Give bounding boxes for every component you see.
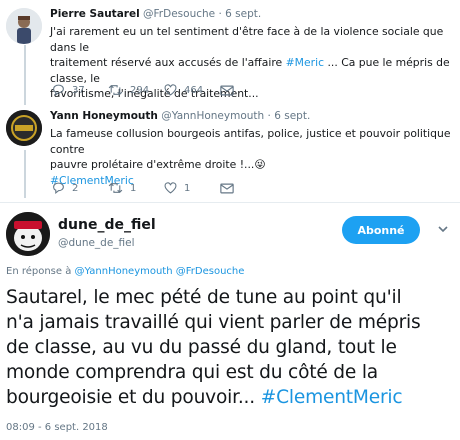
heart-icon [164, 182, 177, 194]
like-count: 1 [184, 182, 191, 194]
reply-context: En réponse à @YannHoneymouth @FrDesouche [6, 266, 245, 277]
reply-user-link[interactable]: @YannHoneymouth [75, 266, 173, 277]
tweet-line: Sautarel, le mec pété de tune au point q… [6, 287, 402, 308]
like-button[interactable]: 1 [164, 182, 220, 194]
like-button[interactable]: 464 [164, 84, 220, 96]
heart-icon [164, 84, 177, 96]
tweet-line: pauvre prolétaire d'extrême droite !...😜 [50, 158, 266, 171]
tweet-time[interactable]: · 6 sept. [218, 8, 261, 20]
tweet-line: traitement réservé aux accusés de l'affa… [50, 56, 450, 85]
author-handle[interactable]: @dune_de_fiel [58, 237, 135, 249]
message-button[interactable] [220, 183, 276, 194]
tweet-line: de classe, au vu du passé du gland, tout… [6, 337, 397, 358]
tweet-pierre-sautarel[interactable]: Pierre Sautarel @FrDesouche · 6 sept. J'… [0, 0, 460, 104]
avatar[interactable] [6, 8, 42, 44]
retweet-count: 294 [130, 84, 150, 96]
retweet-icon [108, 182, 123, 194]
retweet-icon [108, 84, 123, 96]
chevron-down-icon[interactable] [436, 222, 450, 236]
tweet-line: J'ai rarement eu un tel sentiment d'être… [50, 25, 444, 54]
retweet-button[interactable]: 294 [108, 84, 164, 96]
reply-button[interactable]: 37 [52, 84, 108, 96]
author-name[interactable]: Pierre Sautarel [50, 8, 140, 20]
envelope-icon [220, 85, 234, 95]
author-name[interactable]: dune_de_fiel [58, 217, 156, 233]
message-button[interactable] [220, 85, 276, 96]
reply-icon [53, 182, 64, 194]
author-handle[interactable]: @FrDesouche [143, 8, 215, 20]
reply-count: 2 [72, 182, 79, 194]
avatar[interactable] [6, 110, 42, 146]
main-tweet-text: Sautarel, le mec pété de tune au point q… [6, 285, 456, 410]
tweet-yann-honeymouth[interactable]: Yann Honeymouth @YannHoneymouth · 6 sept… [0, 104, 460, 200]
tweet-line: La fameuse collusion bourgeois antifas, … [50, 127, 451, 156]
tweet-actions: 37 294 464 [52, 84, 276, 96]
avatar[interactable] [6, 212, 50, 256]
tweet-text: La fameuse collusion bourgeois antifas, … [50, 126, 455, 188]
tweet-header: Yann Honeymouth @YannHoneymouth · 6 sept… [50, 110, 310, 122]
author-name[interactable]: Yann Honeymouth [50, 110, 158, 122]
winking-tongue-emoji: 😜 [254, 158, 266, 171]
reply-button[interactable]: 2 [52, 182, 108, 194]
reply-icon [53, 84, 64, 96]
tweet-line: n'a jamais travaillé qui vient parler de… [6, 312, 421, 333]
tweet-time[interactable]: · 6 sept. [268, 110, 311, 122]
retweet-button[interactable]: 1 [108, 182, 164, 194]
retweet-count: 1 [130, 182, 137, 194]
reply-user-link[interactable]: @FrDesouche [176, 266, 245, 277]
hashtag-link[interactable]: #Meric [286, 56, 324, 69]
divider [0, 202, 460, 203]
envelope-icon [220, 183, 234, 193]
following-button[interactable]: Abonné [342, 216, 420, 244]
hashtag-link[interactable]: #ClementMeric [261, 387, 403, 408]
reply-count: 37 [72, 84, 85, 96]
tweet-line: monde comprendra qui est du côté de la [6, 362, 378, 383]
like-count: 464 [184, 84, 204, 96]
author-handle[interactable]: @YannHoneymouth [161, 110, 264, 122]
tweet-header: Pierre Sautarel @FrDesouche · 6 sept. [50, 8, 261, 20]
tweet-actions: 2 1 1 [52, 182, 276, 194]
tweet-line: bourgeoisie et du pouvoir... #ClementMer… [6, 387, 403, 408]
tweet-timestamp[interactable]: 08:09 - 6 sept. 2018 [6, 422, 108, 433]
